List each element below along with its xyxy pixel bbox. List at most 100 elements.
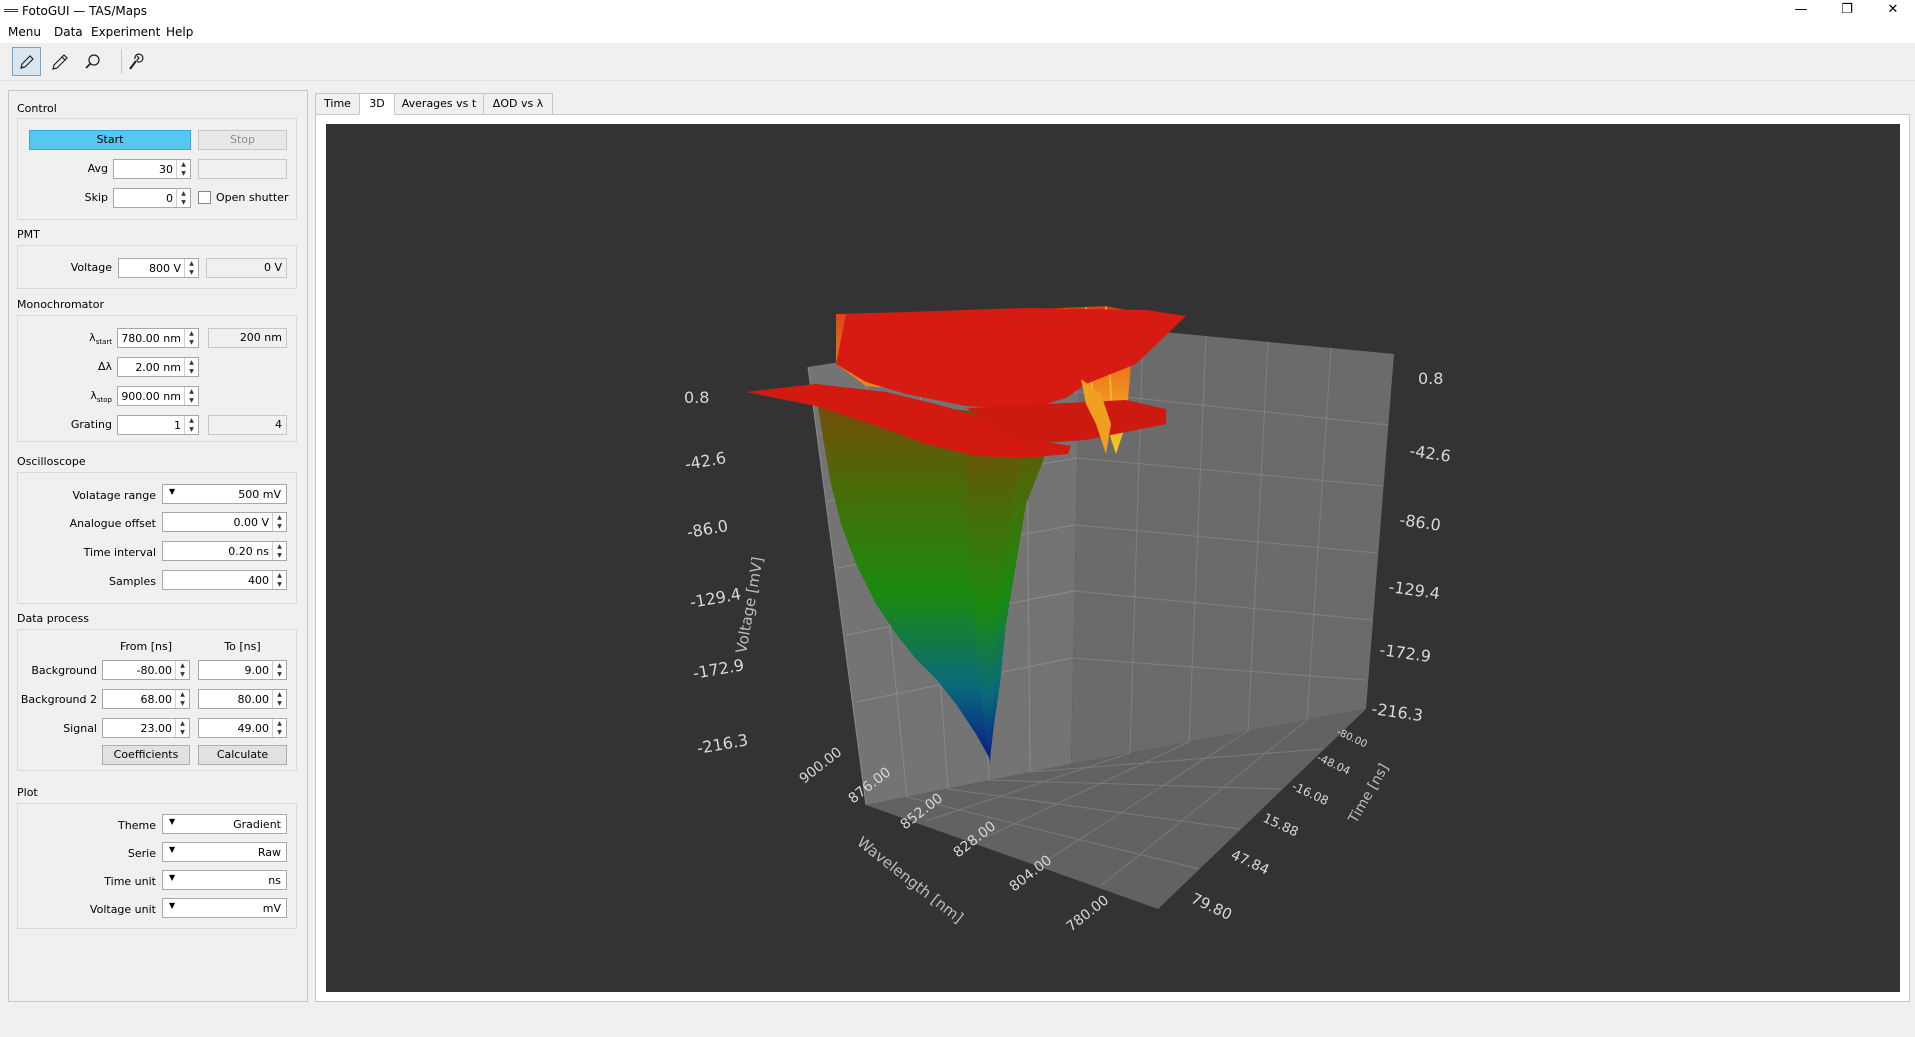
- skip-stepper[interactable]: ▲ ▼: [176, 189, 190, 207]
- voltage-spinbox[interactable]: 800 V ▲ ▼: [118, 258, 199, 278]
- background-from-spinbox[interactable]: -80.00 ▲ ▼: [102, 660, 190, 680]
- magnifier-icon: [84, 53, 100, 69]
- dropper-tool-button[interactable]: [45, 47, 74, 76]
- voltage-tick-right: -172.9: [1378, 640, 1432, 666]
- grating-label: Grating: [70, 418, 112, 431]
- samples-spinbox[interactable]: 400 ▲ ▼: [162, 570, 287, 590]
- app-icon: [4, 9, 18, 12]
- time-interval-spinbox[interactable]: 0.20 ns ▲ ▼: [162, 541, 287, 561]
- tab-averages-vs-t[interactable]: Averages vs t: [394, 93, 484, 115]
- time-tick: 79.80: [1188, 889, 1235, 923]
- background-to-stepper[interactable]: ▲ ▼: [272, 661, 286, 679]
- voltage-tick-left: -129.4: [688, 584, 742, 612]
- dropper-icon: [51, 53, 68, 70]
- voltage-stepper[interactable]: ▲ ▼: [184, 259, 198, 277]
- signal-to-spinbox[interactable]: 49.00 ▲ ▼: [198, 718, 287, 738]
- title-bar: FotoGUI — TAS/Maps — ❐ ✕: [0, 0, 1915, 22]
- samples-value: 400: [248, 574, 269, 587]
- lambda-stop-value: 900.00 nm: [121, 390, 181, 403]
- close-button[interactable]: ✕: [1870, 0, 1915, 22]
- to-column-header: To [ns]: [224, 640, 261, 653]
- lambda-start-stepper[interactable]: ▲ ▼: [184, 329, 198, 347]
- wavelength-tick: 780.00: [1064, 892, 1112, 935]
- voltage-unit-select[interactable]: ▼ mV: [162, 898, 287, 918]
- start-button[interactable]: Start: [29, 130, 191, 150]
- voltage-unit-label: Voltage unit: [89, 903, 156, 916]
- surface-plot-svg: 0.8 -42.6 -86.0 -129.4 -172.9 -216.3 0.8…: [683, 306, 1452, 935]
- theme-select[interactable]: ▼ Gradient: [162, 814, 287, 834]
- coefficients-button[interactable]: Coefficients: [102, 745, 190, 765]
- avg-label: Avg: [87, 162, 108, 175]
- oscilloscope-group-title: Oscilloscope: [17, 455, 86, 468]
- wavelength-tick: 900.00: [797, 744, 845, 787]
- delta-lambda-label: Δλ: [97, 360, 112, 373]
- calculate-button[interactable]: Calculate: [198, 745, 287, 765]
- serie-select[interactable]: ▼ Raw: [162, 842, 287, 862]
- delta-lambda-spinbox[interactable]: 2.00 nm ▲ ▼: [117, 357, 199, 377]
- background2-to-spinbox[interactable]: 80.00 ▲ ▼: [198, 689, 287, 709]
- background-to-spinbox[interactable]: 9.00 ▲ ▼: [198, 660, 287, 680]
- time-unit-value: ns: [268, 874, 281, 887]
- pmt-group-title: PMT: [17, 228, 40, 241]
- pencil-tool-button[interactable]: [12, 47, 41, 76]
- signal-from-spinbox[interactable]: 23.00 ▲ ▼: [102, 718, 190, 738]
- avg-stepper[interactable]: ▲ ▼: [176, 160, 190, 178]
- lambda-start-spinbox[interactable]: 780.00 nm ▲ ▼: [117, 328, 199, 348]
- samples-stepper[interactable]: ▲ ▼: [272, 571, 286, 589]
- toolbar: [0, 43, 1915, 81]
- stop-button[interactable]: Stop: [198, 130, 287, 150]
- menu-help[interactable]: Help: [166, 25, 193, 39]
- background2-from-stepper[interactable]: ▲ ▼: [175, 690, 189, 708]
- tab-time[interactable]: Time: [315, 93, 360, 115]
- time-interval-stepper[interactable]: ▲ ▼: [272, 542, 286, 560]
- voltage-range-label: Volatage range: [72, 489, 156, 502]
- grating-stepper[interactable]: ▲ ▼: [184, 416, 198, 434]
- voltage-value: 800 V: [148, 262, 181, 275]
- time-unit-select[interactable]: ▼ ns: [162, 870, 287, 890]
- background-from-value: -80.00: [136, 664, 172, 677]
- menu-experiment[interactable]: Experiment: [91, 25, 160, 39]
- menu-menu[interactable]: Menu: [8, 25, 41, 39]
- lambda-stop-spinbox[interactable]: 900.00 nm ▲ ▼: [117, 386, 199, 406]
- menu-data[interactable]: Data: [54, 25, 83, 39]
- serie-label: Serie: [127, 847, 156, 860]
- voltage-tick-right: -86.0: [1398, 510, 1442, 535]
- background2-from-value: 68.00: [140, 693, 173, 706]
- lambda-stop-label: λstop: [90, 389, 112, 405]
- background2-to-value: 80.00: [237, 693, 270, 706]
- signal-from-stepper[interactable]: ▲ ▼: [175, 719, 189, 737]
- analogue-offset-stepper[interactable]: ▲ ▼: [272, 513, 286, 531]
- signal-to-stepper[interactable]: ▲ ▼: [272, 719, 286, 737]
- time-tick: 47.84: [1228, 847, 1271, 878]
- voltage-unit-value: mV: [262, 902, 281, 915]
- chevron-down-icon: ▼: [169, 487, 176, 496]
- settings-tool-button[interactable]: [120, 47, 149, 76]
- tab-3d[interactable]: 3D: [359, 93, 395, 115]
- from-column-header: From [ns]: [119, 640, 173, 653]
- minimize-button[interactable]: —: [1778, 0, 1824, 22]
- tab-dod-vs-lambda[interactable]: ΔOD vs λ: [483, 93, 553, 115]
- background2-to-stepper[interactable]: ▲ ▼: [272, 690, 286, 708]
- grating-value: 1: [174, 419, 181, 432]
- time-axis-label: Time [ns]: [1345, 761, 1392, 827]
- grating-spinbox[interactable]: 1 ▲ ▼: [117, 415, 199, 435]
- lambda-stop-stepper[interactable]: ▲ ▼: [184, 387, 198, 405]
- avg-value: 30: [159, 163, 173, 176]
- delta-lambda-value: 2.00 nm: [135, 361, 181, 374]
- delta-lambda-stepper[interactable]: ▲ ▼: [184, 358, 198, 376]
- restore-button[interactable]: ❐: [1824, 0, 1870, 22]
- surface-plot-3d[interactable]: 0.8 -42.6 -86.0 -129.4 -172.9 -216.3 0.8…: [326, 124, 1900, 992]
- skip-spinbox[interactable]: 0 ▲ ▼: [113, 188, 191, 208]
- lambda-readout: 200 nm: [208, 328, 287, 348]
- menu-bar: Menu Data Experiment Help: [0, 22, 1915, 43]
- voltage-range-select[interactable]: ▼ 500 mV: [162, 484, 287, 504]
- background2-from-spinbox[interactable]: 68.00 ▲ ▼: [102, 689, 190, 709]
- chevron-down-icon: ▼: [169, 901, 176, 910]
- avg-spinbox[interactable]: 30 ▲ ▼: [113, 159, 191, 179]
- analogue-offset-spinbox[interactable]: 0.00 V ▲ ▼: [162, 512, 287, 532]
- theme-label: Theme: [118, 819, 156, 832]
- open-shutter-checkbox[interactable]: [198, 191, 211, 204]
- background-from-stepper[interactable]: ▲ ▼: [175, 661, 189, 679]
- zoom-tool-button[interactable]: [78, 47, 107, 76]
- chevron-down-icon: ▼: [169, 873, 176, 882]
